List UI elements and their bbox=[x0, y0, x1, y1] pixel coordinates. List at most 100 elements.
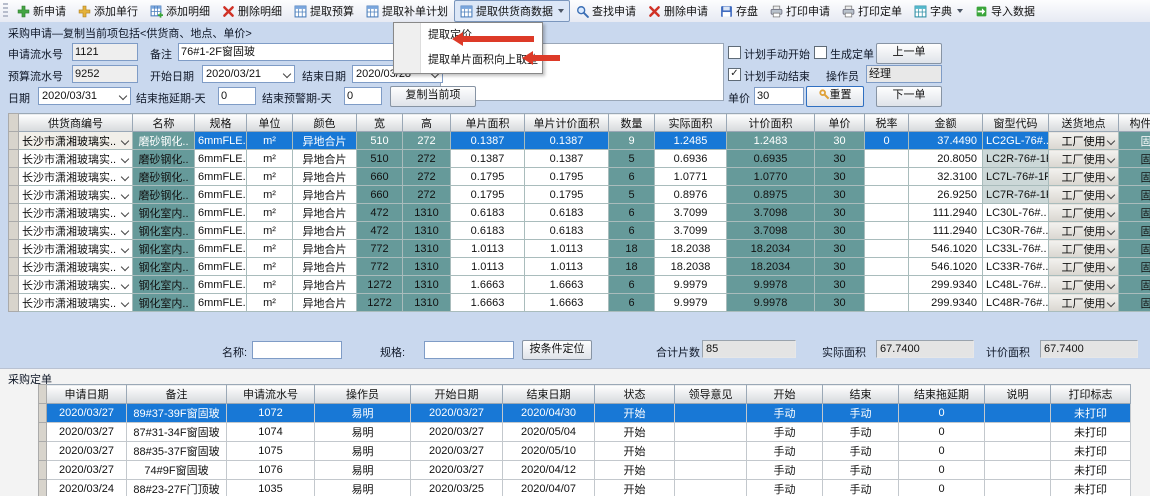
cell[interactable]: m² bbox=[247, 276, 293, 294]
prev-order-button[interactable]: 上一单 bbox=[876, 43, 942, 64]
cell[interactable] bbox=[865, 222, 909, 240]
new-request-button[interactable]: 新申请 bbox=[11, 0, 72, 22]
cell[interactable]: 0.1387 bbox=[525, 150, 609, 168]
cell[interactable]: 手动 bbox=[747, 423, 823, 442]
cell[interactable]: 0 bbox=[899, 442, 985, 461]
cell[interactable]: 1.2483 bbox=[727, 132, 815, 150]
cell[interactable]: 磨砂钢化.. bbox=[133, 132, 195, 150]
cell[interactable]: 1.2485 bbox=[655, 132, 727, 150]
extract-supplier-data-button[interactable]: 提取供货商数据 bbox=[454, 0, 570, 22]
cell[interactable]: 0 bbox=[899, 404, 985, 423]
cell[interactable]: 1.0771 bbox=[655, 168, 727, 186]
cell[interactable] bbox=[865, 276, 909, 294]
cell[interactable]: 0.1795 bbox=[451, 186, 525, 204]
cell[interactable]: 88#35-37F窗固玻 bbox=[127, 442, 227, 461]
cell[interactable]: 111.2940 bbox=[909, 204, 983, 222]
manual-start-checkbox[interactable] bbox=[728, 46, 741, 59]
chevron-down-icon[interactable] bbox=[957, 9, 963, 13]
cell[interactable]: 钢化室内.. bbox=[133, 276, 195, 294]
cell[interactable]: 6 bbox=[609, 222, 655, 240]
cell[interactable]: 易明 bbox=[315, 461, 411, 480]
cell[interactable]: 异地合片 bbox=[293, 258, 357, 276]
cell[interactable]: 510 bbox=[357, 132, 403, 150]
chevron-down-icon[interactable] bbox=[119, 92, 127, 100]
cell[interactable]: 0.6183 bbox=[525, 222, 609, 240]
cell[interactable]: 工厂使用 bbox=[1049, 132, 1119, 150]
cell[interactable]: 30 bbox=[815, 276, 865, 294]
cell[interactable]: 开始 bbox=[595, 423, 675, 442]
cell[interactable]: 18.2038 bbox=[655, 240, 727, 258]
cell[interactable]: 手动 bbox=[823, 423, 899, 442]
cell[interactable] bbox=[865, 186, 909, 204]
cell[interactable]: 未打印 bbox=[1051, 480, 1131, 496]
cell[interactable]: 手动 bbox=[747, 461, 823, 480]
cell[interactable]: 2020/05/04 bbox=[503, 423, 595, 442]
table-row[interactable]: 长沙市潇湘玻璃实..钢化室内..6mmFLE..m²异地合片47213100.6… bbox=[9, 222, 1150, 240]
cell[interactable]: 工厂使用 bbox=[1049, 186, 1119, 204]
date-picker[interactable]: 2020/03/31 bbox=[38, 87, 131, 105]
cell[interactable]: LC2GL-76#.. bbox=[983, 132, 1049, 150]
table-row[interactable]: 2020/03/2788#35-37F窗固玻1075易明2020/03/2720… bbox=[39, 442, 1131, 461]
cell[interactable]: 1072 bbox=[227, 404, 315, 423]
cell[interactable] bbox=[865, 240, 909, 258]
cell[interactable]: 272 bbox=[403, 150, 451, 168]
warn-days-field[interactable]: 0 bbox=[344, 87, 382, 105]
cell[interactable]: 30 bbox=[815, 240, 865, 258]
cell[interactable]: 异地合片 bbox=[293, 132, 357, 150]
cell[interactable]: 2020/05/10 bbox=[503, 442, 595, 461]
table-row[interactable]: 长沙市潇湘玻璃实..钢化室内..6mmFLE..m²异地合片47213100.6… bbox=[9, 204, 1150, 222]
cell[interactable]: 272 bbox=[403, 186, 451, 204]
cell[interactable]: 30 bbox=[815, 258, 865, 276]
cell[interactable]: 2020/03/27 bbox=[411, 442, 503, 461]
cell[interactable]: 0.6935 bbox=[727, 150, 815, 168]
cell[interactable]: 长沙市潇湘玻璃实.. bbox=[19, 276, 133, 294]
table-row[interactable]: 2020/03/2789#37-39F窗固玻1072易明2020/03/2720… bbox=[39, 404, 1131, 423]
cell[interactable]: 9.9978 bbox=[727, 276, 815, 294]
table-row[interactable]: 长沙市潇湘玻璃实..磨砂钢化..6mmFLE..m²异地合片6602720.17… bbox=[9, 186, 1150, 204]
cell[interactable]: 磨砂钢化.. bbox=[133, 186, 195, 204]
cell[interactable]: 工厂使用 bbox=[1049, 258, 1119, 276]
cell[interactable]: LC48R-76#.. bbox=[983, 294, 1049, 312]
cell[interactable]: 异地合片 bbox=[293, 168, 357, 186]
cell[interactable] bbox=[985, 480, 1051, 496]
chevron-down-icon[interactable] bbox=[1107, 173, 1115, 181]
cell[interactable]: 手动 bbox=[823, 480, 899, 496]
cell[interactable] bbox=[865, 168, 909, 186]
cell[interactable]: 工厂使用 bbox=[1049, 204, 1119, 222]
cell[interactable]: 磨砂钢化.. bbox=[133, 168, 195, 186]
cell[interactable]: 89#37-39F窗固玻 bbox=[127, 404, 227, 423]
cell[interactable]: 手动 bbox=[823, 461, 899, 480]
cell[interactable]: 2020/03/27 bbox=[411, 404, 503, 423]
cell[interactable]: m² bbox=[247, 294, 293, 312]
cell[interactable]: 1.0113 bbox=[451, 258, 525, 276]
next-order-button[interactable]: 下一单 bbox=[876, 86, 942, 107]
cell[interactable]: 易明 bbox=[315, 423, 411, 442]
cell[interactable]: 18.2034 bbox=[727, 240, 815, 258]
chevron-down-icon[interactable] bbox=[283, 70, 291, 78]
dictionary-button[interactable]: 字典 bbox=[908, 0, 969, 22]
cell[interactable]: m² bbox=[247, 258, 293, 276]
chevron-down-icon[interactable] bbox=[121, 281, 129, 289]
cell[interactable]: 1310 bbox=[403, 240, 451, 258]
chevron-down-icon[interactable] bbox=[121, 137, 129, 145]
cell[interactable]: 26.9250 bbox=[909, 186, 983, 204]
cell[interactable]: 6mmFLE.. bbox=[195, 276, 247, 294]
cell[interactable]: 3.7099 bbox=[655, 204, 727, 222]
filter-name-input[interactable] bbox=[252, 341, 342, 359]
cell[interactable]: 772 bbox=[357, 258, 403, 276]
cell[interactable]: 钢化室内.. bbox=[133, 204, 195, 222]
cell[interactable]: 异地合片 bbox=[293, 294, 357, 312]
cell[interactable]: 1075 bbox=[227, 442, 315, 461]
cell[interactable]: 18 bbox=[609, 240, 655, 258]
cell[interactable]: 2020/03/27 bbox=[411, 461, 503, 480]
cell[interactable]: 3.7098 bbox=[727, 222, 815, 240]
cell[interactable]: 0 bbox=[899, 461, 985, 480]
cell[interactable]: 手动 bbox=[747, 480, 823, 496]
cell[interactable]: 工厂使用 bbox=[1049, 222, 1119, 240]
cell[interactable]: 87#31-34F窗固玻 bbox=[127, 423, 227, 442]
cell[interactable] bbox=[865, 150, 909, 168]
cell[interactable] bbox=[985, 404, 1051, 423]
cell[interactable]: 长沙市潇湘玻璃实.. bbox=[19, 168, 133, 186]
cell[interactable]: 固玻 bbox=[1119, 258, 1150, 276]
cell[interactable] bbox=[985, 442, 1051, 461]
